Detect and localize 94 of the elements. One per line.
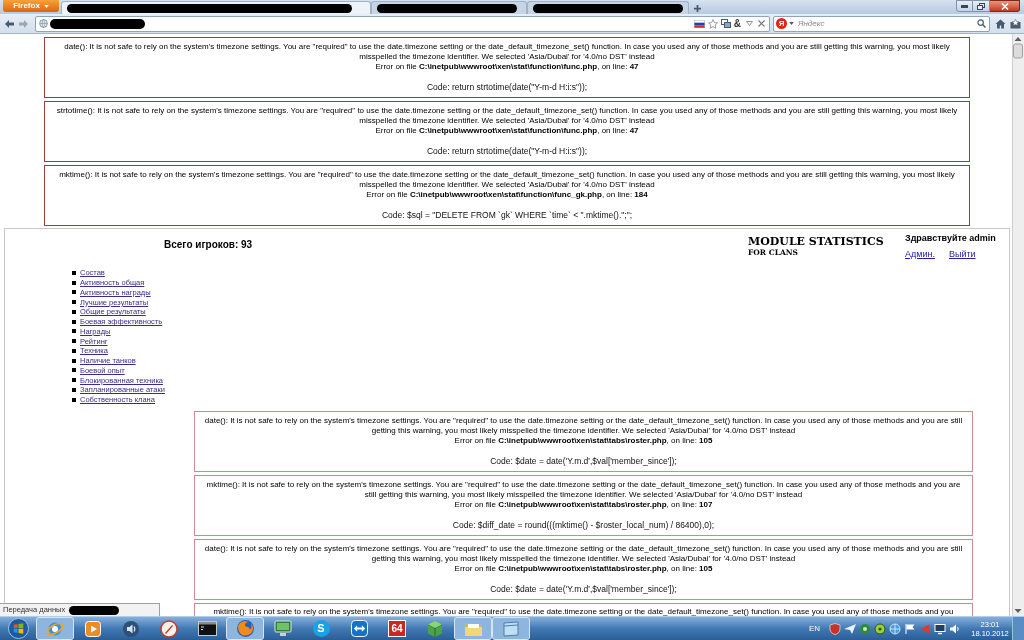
- minimize-button[interactable]: [956, 0, 973, 12]
- caret-down-icon: [789, 22, 794, 25]
- square-bullet-icon: [72, 309, 76, 314]
- browser-tab[interactable]: [371, 1, 527, 14]
- square-bullet-icon: [72, 319, 76, 324]
- home-icon: [994, 18, 1006, 29]
- disc-icon: [873, 622, 887, 635]
- taskbar-app-button[interactable]: 64: [378, 617, 416, 640]
- error-location: Error on file C:\inetpub\wwwroot\xen\stat\tabs\roster.php, on line: 105: [454, 435, 713, 446]
- code-line: Code: $sql = "DELETE FROM `gk` WHERE `time` < ".mktime().";";: [381, 210, 633, 220]
- shield-icon: [828, 622, 842, 635]
- square-bullet-icon: [72, 280, 76, 285]
- error-location: Error on file C:\inetpub\wwwroot\xen\stat\function\func_gk.php, on line: 184: [366, 190, 648, 200]
- user-link[interactable]: Админ.: [905, 249, 935, 260]
- error-location: Error on file C:\inetpub\wwwroot\xen\stat\function\func.php, on line: 47: [375, 126, 639, 136]
- square-bullet-icon: [72, 368, 76, 373]
- flag-orb-icon: [7, 618, 29, 639]
- redaction-mark: [69, 605, 120, 615]
- taskbar-app-button[interactable]: [226, 617, 264, 640]
- square-bullet-icon: [72, 358, 76, 363]
- play-tile-icon: [85, 620, 101, 637]
- flag-icon: [903, 622, 917, 635]
- error-location: Error on file C:\inetpub\wwwroot\xen\stat\tabs\roster.php, on line: 105: [454, 563, 713, 574]
- engine-logo[interactable]: Я: [776, 18, 787, 29]
- code-line: Code: return strtotime(date("Y-m-d H:i:s"));: [426, 82, 588, 92]
- user-link[interactable]: Выйти: [948, 249, 976, 260]
- error-location: Error on file C:\inetpub\wwwroot\xen\stat\function\func.php, on line: 47: [375, 62, 639, 72]
- double-arrow-tile-icon: [350, 620, 368, 637]
- square-bullet-icon: [72, 339, 76, 344]
- swirl-globe-icon: [235, 619, 255, 638]
- warning-message: date(): It is not safe to rely on the system's timezone settings. You are "required" to use the date.timezone setting or the date_default_timezone_set() function. In case you used any of those methods and you are still getting this warning, you most likely misspelled the timezone identifier. We selected 'Asia/Dubai' for '4.0/no DST' instead: [63, 42, 951, 62]
- warning-message: strtotime(): It is not safe to rely on the system's timezone settings. You are "required" to use the date.timezone setting or the date_default_timezone_set() function. In case you used any of those methods and you are still getting this warning, you most likely misspelled the timezone identifier. We selected 'Asia/Dubai' for '4.0/no DST' instead: [55, 106, 959, 126]
- app-logo: 64: [388, 620, 406, 637]
- logo-title: MODULE STATISTICS: [748, 236, 884, 247]
- warning-message: mktime(): It is not safe to rely on the system's timezone settings. You are "required" to use the date.timezone setting or the date_default_timezone_set() function. In case you used any of those methods and you are still getting this warning, you most likely misspelled the timezone identifier. We selected 'Asia/Dubai' for '4.0/no DST' instead: [205, 479, 962, 500]
- square-bullet-icon: [72, 378, 76, 383]
- player-count: Всего игроков: 93: [164, 239, 253, 251]
- close-icon: [758, 20, 765, 27]
- square-bullet-icon: [72, 348, 76, 353]
- arrow-left-icon: [4, 19, 14, 28]
- close-icon: [1000, 2, 1009, 10]
- search-field[interactable]: Я Яндекс: [773, 15, 990, 32]
- wheel-icon: [858, 622, 872, 635]
- greeting: Здравствуйте admin: [905, 233, 996, 244]
- maximize-button[interactable]: [973, 0, 990, 12]
- terminal-icon: [197, 621, 217, 636]
- warning-message: mktime(): It is not safe to rely on the system's timezone settings. You are "required" to use the date.timezone setting or the date_default_timezone_set() function. In case you used any of those methods and you are still getting this warning, you most likely misspelled the timezone identifier. We selected 'Asia/Dubai' for '4.0/no DST' instead: [58, 170, 956, 190]
- square-bullet-icon: [72, 270, 76, 275]
- new-tab-button[interactable]: [691, 2, 703, 14]
- warning-message: date(): It is not safe to rely on the system's timezone settings. You are "required" to use the date.timezone setting or the date_default_timezone_set() function. In case you used any of those methods and you are still getting this warning, you most likely misspelled the timezone identifier. We selected 'Asia/Dubai' for '4.0/no DST' instead: [203, 543, 964, 564]
- caret-down-icon: [43, 4, 49, 8]
- square-bullet-icon: [72, 329, 76, 334]
- plane-icon: [843, 622, 857, 635]
- search-icon: [977, 19, 986, 28]
- slashed-ring-icon: [160, 619, 178, 638]
- start-button[interactable]: [5, 617, 31, 640]
- bookmarks-button[interactable]: [1008, 16, 1022, 31]
- globe-icon: [39, 19, 48, 28]
- warning-message: mktime(): It is not safe to rely on the system's timezone settings. You are "required" to use the date.timezone setting or the date_default_timezone_set() function. In case you used any of those methods and you: [213, 606, 954, 616]
- square-bullet-icon: [72, 290, 76, 295]
- browser-tab[interactable]: [527, 1, 689, 14]
- square-bullet-icon: [72, 387, 76, 392]
- code-line: Code: return strtotime(date("Y-m-d H:i:s"));: [426, 146, 588, 156]
- addon-button[interactable]: &: [733, 18, 741, 29]
- dropdown-icon: [746, 21, 753, 26]
- browser-tab[interactable]: [61, 1, 371, 14]
- language-indicator[interactable]: EN: [808, 622, 820, 635]
- plus-icon: [693, 4, 701, 12]
- cube-icon: [426, 619, 444, 638]
- close-button[interactable]: [990, 0, 1020, 12]
- speaker-icon: [948, 622, 962, 635]
- code-line: Code: $date = date('Y.m.d',$val['member_since']);: [490, 583, 677, 594]
- code-line: Code: $date = date('Y.m.d',$val['member_since']);: [490, 455, 677, 466]
- overlapping-squares-icon: [720, 19, 731, 28]
- code-line: Code: $diff_date = round(((mktime() - $roster_local_num) / 86400),0);: [452, 519, 715, 530]
- monitor-icon: [274, 620, 292, 637]
- warning-message: date(): It is not safe to rely on the system's timezone settings. You are "required" to use the date.timezone setting or the date_default_timezone_set() function. In case you used any of those methods and you are still getting this warning, you most likely misspelled the timezone identifier. We selected 'Asia/Dubai' for '4.0/no DST' instead: [203, 415, 964, 436]
- globe-icon: [888, 622, 902, 635]
- window-icon: [502, 620, 520, 637]
- address-field[interactable]: &: [35, 15, 770, 32]
- square-bullet-icon: [72, 397, 76, 402]
- minimize-icon: [961, 4, 968, 8]
- folder-icon: [463, 620, 483, 637]
- restore-icon: [977, 2, 985, 10]
- square-bullet-icon: [72, 300, 76, 305]
- app-logo: S: [312, 620, 330, 637]
- arrow-right-icon: [18, 19, 28, 28]
- error-location: Error on file C:\inetpub\wwwroot\xen\stat\tabs\roster.php, on line: 107: [454, 499, 713, 510]
- star-icon: [707, 18, 718, 29]
- speaker-disc-icon: [122, 619, 140, 638]
- search-input[interactable]: Яндекс: [798, 17, 977, 30]
- network-icon: [933, 622, 947, 635]
- bookmark-list-icon: [1009, 18, 1021, 29]
- flag-icon: [693, 19, 705, 28]
